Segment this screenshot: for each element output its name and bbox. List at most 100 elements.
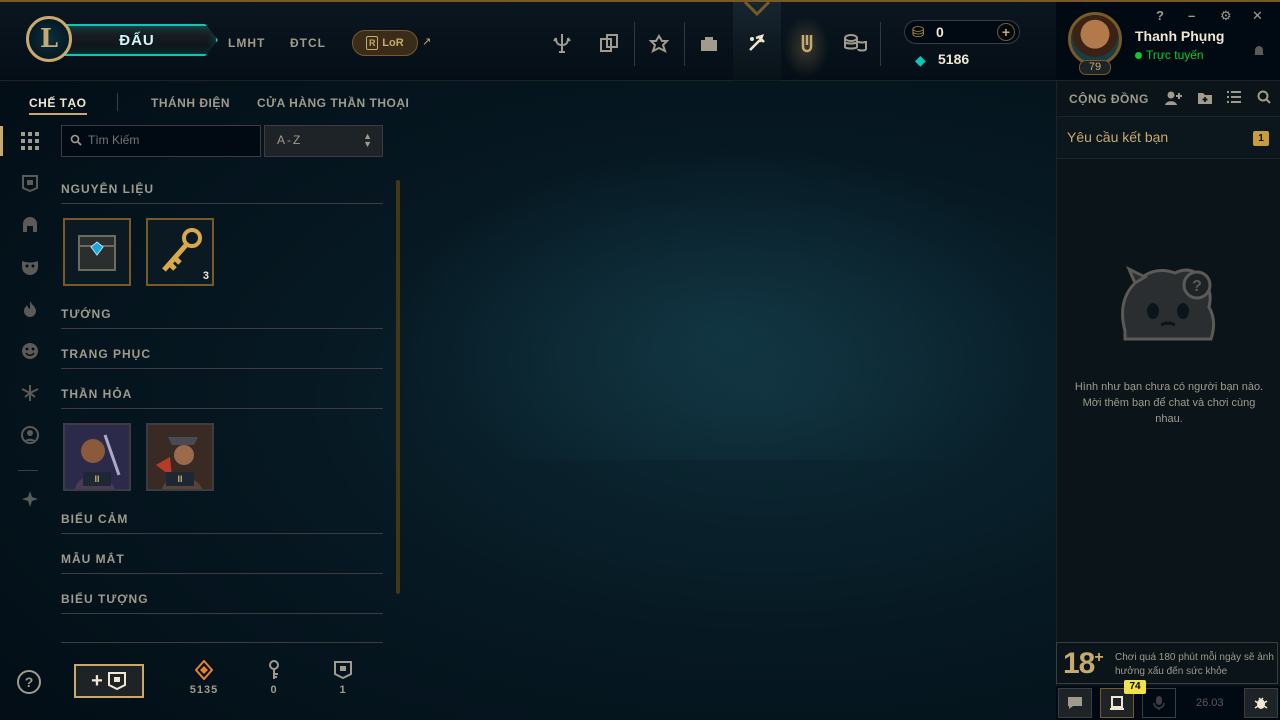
profile-area: 79 Thanh Phụng Trực tuyến ? – ⚙ ✕ — [1056, 0, 1280, 81]
currency-store-icon[interactable] — [838, 26, 872, 60]
sort-dropdown[interactable]: A-Z ▲ ▼ — [264, 125, 383, 157]
chest-icon — [107, 672, 126, 691]
champion-helmet-icon[interactable] — [19, 214, 41, 236]
poro-icon: ? — [1121, 265, 1216, 341]
age-rating-banner: 18+ Chơi quá 180 phút mỗi ngày sẽ ảnh hư… — [1056, 642, 1278, 684]
svg-text:?: ? — [1192, 278, 1202, 295]
all-items-grid-icon[interactable] — [19, 130, 41, 152]
store-icon[interactable] — [790, 26, 824, 60]
collection-icon[interactable] — [692, 26, 726, 60]
minimize-button[interactable]: – — [1188, 8, 1195, 23]
eternal-series-badge: II — [83, 472, 111, 486]
orange-essence-value: 5135 — [189, 684, 219, 696]
eternal-series-badge: II — [166, 472, 194, 486]
eternal-tile[interactable]: II — [63, 423, 131, 491]
add-folder-icon[interactable] — [1197, 90, 1213, 109]
tab-separator — [117, 93, 118, 111]
rp-coin-icon: ⛁ — [912, 24, 925, 41]
section-eternals[interactable]: THẦN HỎA — [61, 387, 383, 409]
nav-link-lmht[interactable]: LMHT — [228, 36, 265, 50]
external-link-icon: ↗ — [422, 36, 432, 48]
friend-requests-row[interactable]: Yêu cầu kết bạn 1 — [1057, 117, 1280, 159]
friend-requests-label: Yêu cầu kết bạn — [1067, 129, 1169, 145]
avatar[interactable] — [1068, 12, 1122, 66]
bug-report-icon[interactable] — [1244, 688, 1278, 718]
orange-essence-icon — [184, 659, 224, 684]
lor-button[interactable]: R LoR — [352, 30, 418, 56]
search-box[interactable] — [61, 125, 261, 157]
bottom-separator — [61, 642, 383, 643]
home-trident-icon[interactable] — [545, 26, 579, 60]
age-rating: 18+ — [1063, 647, 1104, 681]
section-ward-skins[interactable]: MẪU MẮT — [61, 552, 383, 574]
buy-rp-button[interactable]: + — [997, 23, 1015, 41]
tab-crafting[interactable]: CHẾ TẠO — [29, 96, 87, 115]
chat-bubble-icon[interactable] — [1058, 688, 1092, 718]
emote-smiley-icon[interactable] — [19, 340, 41, 362]
material-tile[interactable] — [63, 218, 131, 286]
profile-icon-filter-icon[interactable] — [19, 424, 41, 446]
list-view-icon[interactable] — [1227, 90, 1241, 107]
nav-link-dtcl[interactable]: ĐTCL — [290, 36, 326, 50]
sort-value: A-Z — [277, 133, 303, 147]
sort-chevron-icon: ▲ ▼ — [363, 131, 374, 149]
close-button[interactable]: ✕ — [1252, 8, 1263, 24]
status-label: Trực tuyến — [1146, 48, 1204, 62]
material-tile[interactable]: 3 — [146, 218, 214, 286]
tab-sanctum[interactable]: THÁNH ĐIỆN — [151, 96, 230, 110]
rp-value: 0 — [936, 24, 944, 40]
section-materials[interactable]: NGUYÊN LIỆU — [61, 182, 383, 204]
nav-separator — [684, 22, 685, 66]
online-status[interactable]: Trực tuyến — [1135, 48, 1204, 62]
hextech-chest-icon — [78, 235, 116, 271]
add-label: + — [91, 669, 103, 692]
key-icon — [254, 660, 294, 684]
microphone-icon[interactable] — [1142, 688, 1176, 718]
loot-crafting-icon[interactable] — [740, 26, 774, 60]
section-champions[interactable]: TƯỚNG — [61, 307, 383, 329]
play-button[interactable]: ĐẤU — [58, 24, 218, 56]
search-input[interactable] — [88, 133, 248, 147]
tft-icon[interactable] — [592, 26, 626, 60]
patch-version: 26.03 — [1196, 697, 1224, 709]
settings-gear-icon[interactable]: ⚙ — [1220, 8, 1232, 24]
notification-bell-icon[interactable] — [1252, 44, 1266, 61]
search-icon — [70, 134, 82, 146]
empty-friends-message: Hình như bạn chưa có người bạn nào. Mời … — [1074, 381, 1264, 425]
more-filter-icon[interactable] — [19, 488, 41, 510]
section-skins[interactable]: TRANG PHỤC — [61, 347, 383, 369]
chest-count-icon — [323, 660, 363, 684]
skin-mask-icon[interactable] — [19, 256, 41, 278]
league-client-window: L ĐẤU LMHT ĐTCL R LoR ↗ ⛁ 0 + ◆ 5186 79 … — [0, 0, 1280, 720]
tab-mythic-shop[interactable]: CỬA HÀNG THẦN THOẠI — [257, 96, 409, 110]
section-icons[interactable]: BIỂU TƯỢNG — [61, 592, 383, 614]
filter-active-indicator — [0, 126, 3, 156]
loot-scrollbar[interactable] — [396, 180, 400, 594]
buy-chest-button[interactable]: + — [74, 664, 144, 698]
friend-requests-badge: 1 — [1253, 131, 1269, 146]
nav-separator — [880, 22, 881, 66]
age-rating-number: 18 — [1063, 647, 1095, 680]
key-count: 0 — [270, 684, 278, 696]
blue-essence-icon: ◆ — [915, 52, 926, 68]
league-logo-icon[interactable]: L — [26, 16, 72, 62]
status-dot-icon — [1135, 52, 1142, 59]
eternal-tile[interactable]: II — [146, 423, 214, 491]
help-button[interactable]: ? — [17, 670, 41, 694]
chest-filter-icon[interactable] — [19, 172, 41, 194]
eternal-flame-icon[interactable] — [19, 298, 41, 320]
clash-icon[interactable] — [642, 26, 676, 60]
social-bottom-bar — [1056, 686, 1280, 720]
add-friend-icon[interactable] — [1165, 90, 1183, 109]
help-window-button[interactable]: ? — [1156, 8, 1164, 23]
lor-label: LoR — [382, 37, 404, 49]
social-search-icon[interactable] — [1257, 90, 1271, 107]
nav-active-caret-icon — [743, 2, 771, 16]
filter-separator — [18, 470, 38, 471]
social-header: CỘNG ĐỒNG — [1057, 81, 1280, 117]
ward-icon[interactable] — [19, 382, 41, 404]
social-title: CỘNG ĐỒNG — [1069, 92, 1149, 106]
nav-separator — [634, 22, 635, 66]
summoner-name[interactable]: Thanh Phụng — [1135, 28, 1224, 44]
section-emotes[interactable]: BIỂU CẢM — [61, 512, 383, 534]
